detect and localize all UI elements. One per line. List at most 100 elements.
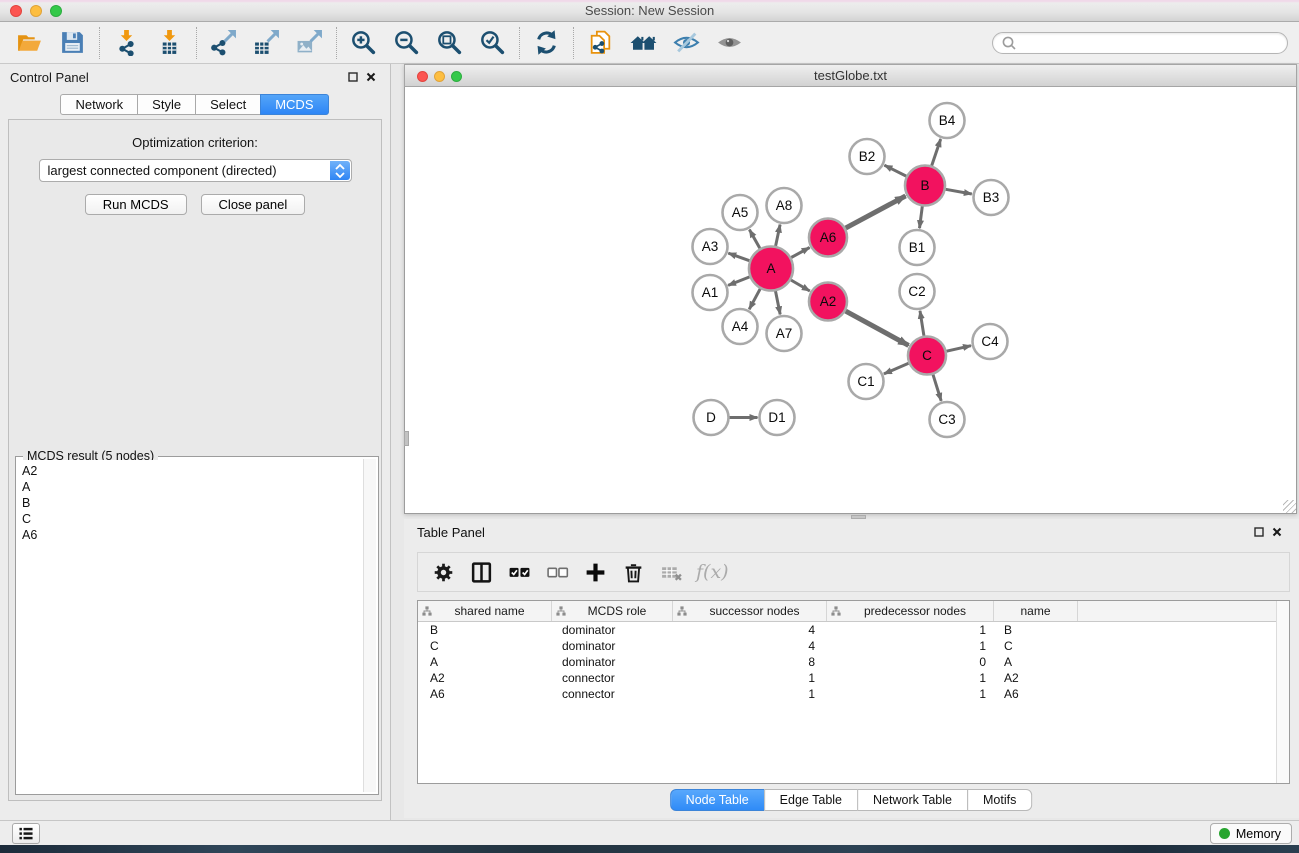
graph-edge-C-C4[interactable]	[947, 346, 972, 352]
result-item[interactable]: B	[22, 495, 362, 511]
result-item[interactable]: C	[22, 511, 362, 527]
table-cell[interactable]: A6	[994, 687, 1078, 701]
graph-edge-B-B2[interactable]	[884, 165, 906, 176]
graph-node-B3[interactable]: B3	[974, 180, 1009, 215]
select-all-button[interactable]	[500, 556, 538, 588]
table-cell[interactable]: C	[418, 639, 552, 653]
table-cell[interactable]: A6	[418, 687, 552, 701]
delete-table-button[interactable]	[652, 556, 690, 588]
apply-function-button[interactable]: f(x)	[690, 561, 735, 583]
task-history-button[interactable]	[12, 823, 40, 844]
tab-motifs[interactable]: Motifs	[967, 789, 1032, 811]
table-row[interactable]: Cdominator41C	[418, 638, 1289, 654]
table-cell[interactable]: 8	[673, 655, 827, 669]
graph-node-B[interactable]: B	[905, 166, 945, 206]
graph-edge-A-A3[interactable]	[728, 253, 749, 261]
graph-node-A7[interactable]: A7	[767, 316, 802, 351]
column-header-successor-nodes[interactable]: successor nodes	[673, 601, 827, 621]
table-float-icon[interactable]	[1250, 524, 1268, 540]
unselect-all-button[interactable]	[538, 556, 576, 588]
column-header-name[interactable]: name	[994, 601, 1078, 621]
table-settings-button[interactable]	[424, 556, 462, 588]
table-cell[interactable]: A2	[418, 671, 552, 685]
table-cell[interactable]: A	[994, 655, 1078, 669]
graph-edge-C-C2[interactable]	[920, 311, 924, 336]
graph-edge-A6-B[interactable]	[846, 196, 906, 228]
table-cell[interactable]: 4	[673, 639, 827, 653]
network-window-titlebar[interactable]: testGlobe.txt	[404, 64, 1297, 87]
graph-node-A2[interactable]: A2	[809, 283, 847, 321]
table-row[interactable]: Adominator80A	[418, 654, 1289, 670]
graph-edge-B-B1[interactable]	[920, 206, 923, 228]
export-image-button[interactable]	[288, 25, 331, 61]
table-cell[interactable]: connector	[552, 687, 673, 701]
table-cell[interactable]: A	[418, 655, 552, 669]
tab-network-table[interactable]: Network Table	[857, 789, 968, 811]
add-row-button[interactable]	[576, 556, 614, 588]
import-table-button[interactable]	[148, 25, 191, 61]
zoom-in-button[interactable]	[342, 25, 385, 61]
graph-edge-A2-C[interactable]	[846, 311, 909, 345]
graph-node-C4[interactable]: C4	[973, 324, 1008, 359]
float-panel-icon[interactable]	[344, 69, 362, 85]
graph-edge-A-A6[interactable]	[791, 248, 809, 258]
zoom-selected-button[interactable]	[471, 25, 514, 61]
table-cell[interactable]: 1	[827, 623, 994, 637]
export-table-button[interactable]	[245, 25, 288, 61]
result-item[interactable]: A	[22, 479, 362, 495]
graph-edge-B-B3[interactable]	[946, 189, 972, 194]
import-network-button[interactable]	[105, 25, 148, 61]
graph-edge-C-C3[interactable]	[933, 375, 941, 401]
graph-edge-A-A4[interactable]	[749, 289, 760, 310]
graph-node-A1[interactable]: A1	[693, 275, 728, 310]
graph-node-A[interactable]: A	[749, 247, 793, 291]
table-row[interactable]: A6connector11A6	[418, 686, 1289, 702]
table-cell[interactable]: dominator	[552, 655, 673, 669]
show-columns-button[interactable]	[462, 556, 500, 588]
table-cell[interactable]: 0	[827, 655, 994, 669]
refresh-layout-button[interactable]	[525, 25, 568, 61]
close-panel-icon[interactable]	[362, 69, 380, 85]
tab-style[interactable]: Style	[137, 94, 196, 115]
table-row[interactable]: Bdominator41B	[418, 622, 1289, 638]
network-graph[interactable]: B4B2BB3A5A8A6A3B1AA1C2A2A4A7CC4C1C3DD1	[405, 87, 1296, 513]
export-network-button[interactable]	[202, 25, 245, 61]
graph-node-B1[interactable]: B1	[900, 230, 935, 265]
save-session-button[interactable]	[51, 25, 94, 61]
search-input[interactable]	[1021, 36, 1278, 50]
tab-edge-table[interactable]: Edge Table	[764, 789, 858, 811]
table-cell[interactable]: B	[418, 623, 552, 637]
graph-node-B2[interactable]: B2	[850, 139, 885, 174]
network-canvas[interactable]: B4B2BB3A5A8A6A3B1AA1C2A2A4A7CC4C1C3DD1	[404, 87, 1297, 514]
graph-node-A4[interactable]: A4	[723, 309, 758, 344]
table-cell[interactable]: 1	[673, 671, 827, 685]
run-mcds-button[interactable]: Run MCDS	[85, 194, 187, 215]
table-cell[interactable]: B	[994, 623, 1078, 637]
table-cell[interactable]: 1	[827, 671, 994, 685]
graph-node-A6[interactable]: A6	[809, 219, 847, 257]
graph-node-A3[interactable]: A3	[693, 229, 728, 264]
column-header-shared-name[interactable]: shared name	[418, 601, 552, 621]
canvas-resize-grip[interactable]	[1283, 500, 1296, 513]
memory-button[interactable]: Memory	[1210, 823, 1292, 844]
table-cell[interactable]: 1	[827, 639, 994, 653]
graph-node-D1[interactable]: D1	[760, 400, 795, 435]
table-cell[interactable]: connector	[552, 671, 673, 685]
canvas-left-grip[interactable]	[404, 431, 409, 446]
graph-edge-B-B4[interactable]	[932, 139, 941, 166]
graph-node-C2[interactable]: C2	[900, 274, 935, 309]
table-cell[interactable]: 1	[827, 687, 994, 701]
graph-edge-C-C1[interactable]	[884, 363, 909, 374]
graph-node-B4[interactable]: B4	[930, 103, 965, 138]
clone-network-button[interactable]	[579, 25, 622, 61]
graph-node-C[interactable]: C	[908, 337, 946, 375]
graph-node-A5[interactable]: A5	[723, 195, 758, 230]
zoom-out-button[interactable]	[385, 25, 428, 61]
home-levels-button[interactable]	[622, 25, 665, 61]
result-item[interactable]: A6	[22, 527, 362, 543]
table-cell[interactable]: dominator	[552, 623, 673, 637]
tab-node-table[interactable]: Node Table	[670, 789, 765, 811]
graph-node-A8[interactable]: A8	[767, 188, 802, 223]
search-box[interactable]	[992, 32, 1288, 54]
open-file-button[interactable]	[8, 25, 51, 61]
